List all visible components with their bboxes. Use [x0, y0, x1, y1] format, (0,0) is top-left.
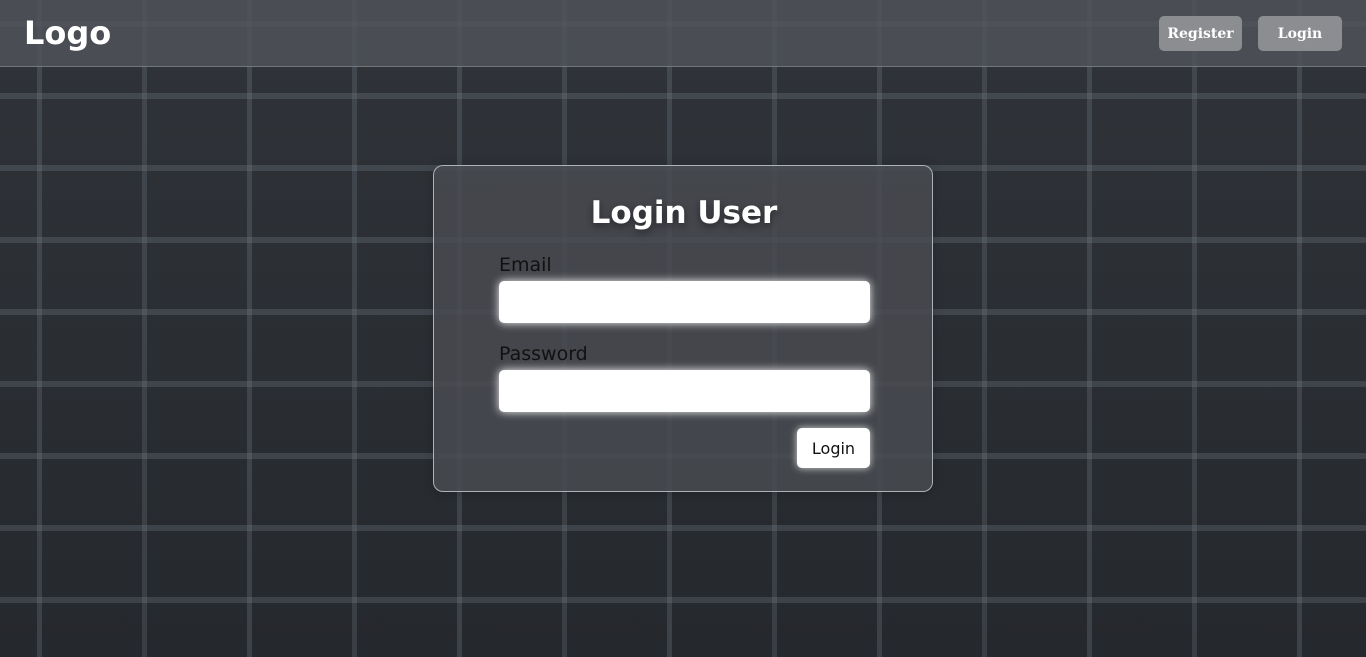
top-navigation-bar: Logo Register Login: [0, 0, 1366, 67]
login-title: Login User: [590, 195, 778, 231]
email-label: Email: [499, 254, 552, 276]
header-login-button[interactable]: Login: [1258, 16, 1342, 51]
password-field[interactable]: [499, 370, 870, 412]
login-submit-button[interactable]: Login: [797, 428, 870, 468]
login-card: Login User Email Password Login: [433, 165, 933, 492]
email-field[interactable]: [499, 281, 870, 323]
register-button[interactable]: Register: [1159, 16, 1242, 51]
password-label: Password: [499, 343, 588, 365]
site-logo[interactable]: Logo: [24, 14, 111, 52]
